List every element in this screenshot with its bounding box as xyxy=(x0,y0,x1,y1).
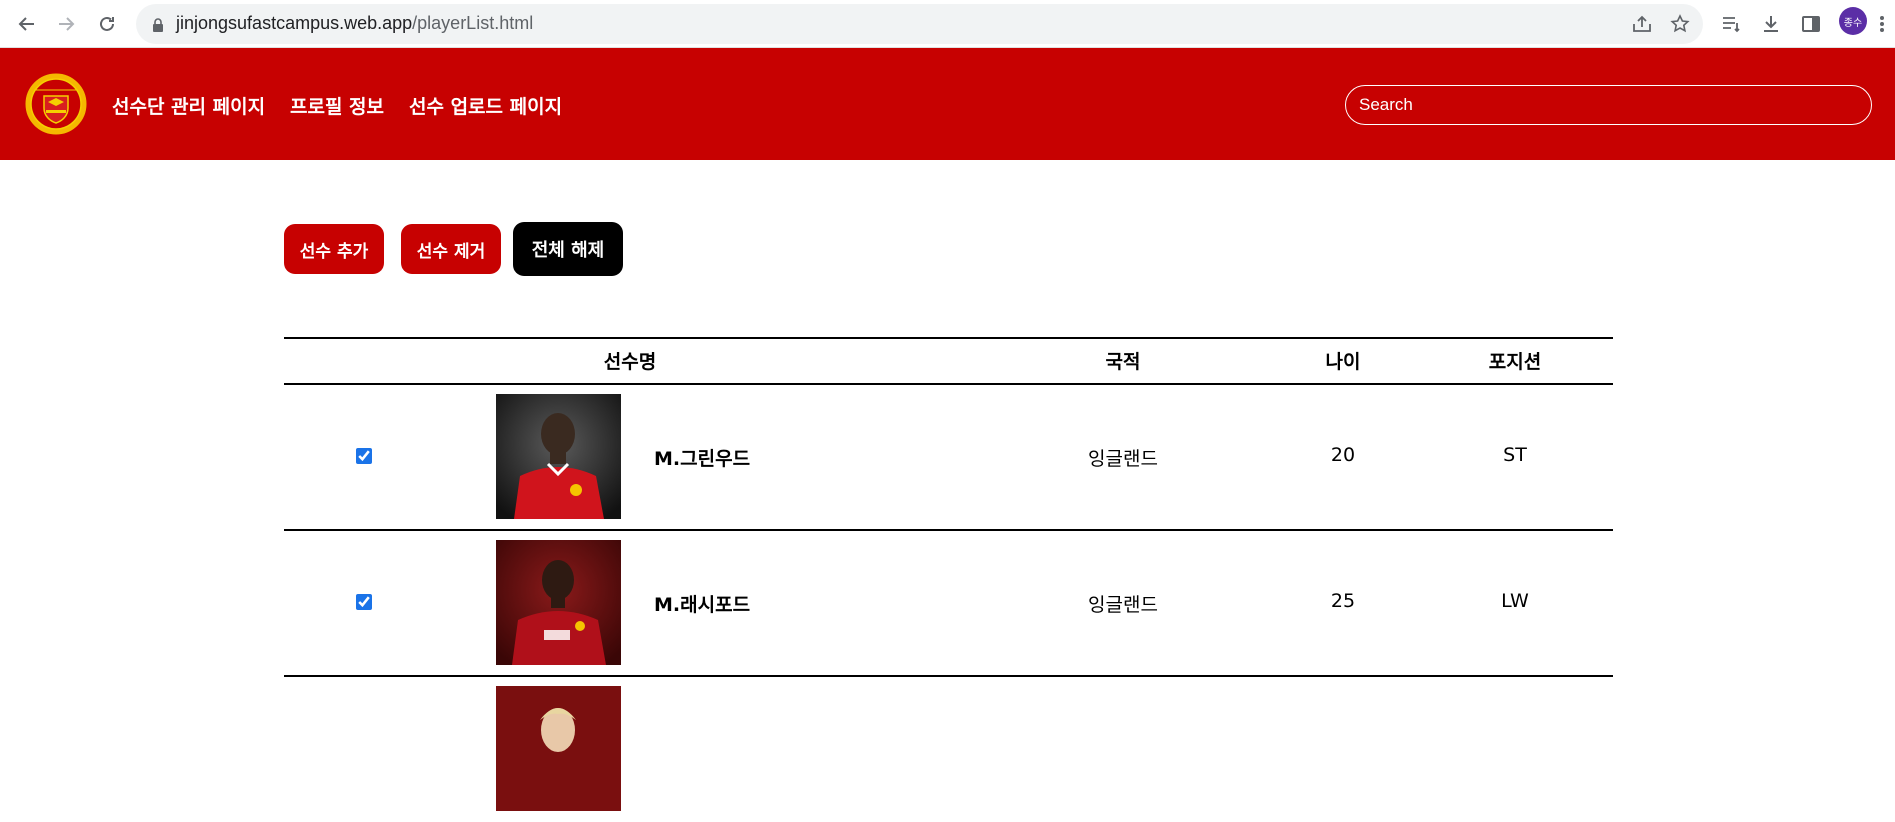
row-checkbox[interactable] xyxy=(356,448,372,464)
site-header: 선수단 관리 페이지 프로필 정보 선수 업로드 페이지 xyxy=(0,48,1895,160)
column-header-nationality: 국적 xyxy=(1105,351,1141,373)
player-age: 20 xyxy=(1330,444,1356,466)
column-header-position: 포지션 xyxy=(1488,351,1542,373)
player-nationality: 잉글랜드 xyxy=(1088,594,1158,616)
table-row: M.그린우드 잉글랜드 20 ST xyxy=(284,384,1613,530)
column-header-age: 나이 xyxy=(1325,351,1361,373)
player-photo xyxy=(496,686,621,811)
table-top-border xyxy=(284,337,1613,339)
player-name: M.래시포드 xyxy=(654,594,751,616)
profile-avatar[interactable]: 종수 xyxy=(1839,7,1867,35)
player-photo xyxy=(496,394,621,519)
reading-list-icon[interactable] xyxy=(1716,9,1746,39)
table-row xyxy=(284,676,1613,822)
share-icon[interactable] xyxy=(1630,12,1654,36)
back-arrow-icon[interactable] xyxy=(12,9,42,39)
reload-icon[interactable] xyxy=(92,9,122,39)
download-icon[interactable] xyxy=(1756,9,1786,39)
forward-arrow-icon[interactable] xyxy=(51,9,81,39)
url-text: jinjongsufastcampus.web.app/playerList.h… xyxy=(176,13,534,33)
lock-icon xyxy=(152,17,164,36)
player-nationality: 잉글랜드 xyxy=(1088,448,1158,470)
table-row: M.래시포드 잉글랜드 25 LW xyxy=(284,530,1613,676)
manchester-united-logo[interactable] xyxy=(24,70,88,138)
address-bar[interactable]: jinjongsufastcampus.web.app/playerList.h… xyxy=(136,4,1703,44)
nav-squad-management[interactable]: 선수단 관리 페이지 xyxy=(112,92,265,119)
player-position: LW xyxy=(1501,590,1529,612)
clear-all-button[interactable]: 전체 해제 xyxy=(513,222,623,276)
nav-player-upload[interactable]: 선수 업로드 페이지 xyxy=(409,92,562,119)
player-photo xyxy=(496,540,621,665)
player-age: 25 xyxy=(1330,590,1356,612)
add-player-button[interactable]: 선수 추가 xyxy=(284,224,384,274)
player-name: M.그린우드 xyxy=(654,448,751,470)
player-position: ST xyxy=(1503,444,1527,466)
menu-dots-icon[interactable] xyxy=(1872,9,1892,39)
column-header-name: 선수명 xyxy=(603,351,657,373)
search-input[interactable] xyxy=(1345,85,1872,125)
browser-toolbar: jinjongsufastcampus.web.app/playerList.h… xyxy=(0,0,1895,48)
row-checkbox[interactable] xyxy=(356,594,372,610)
remove-player-button[interactable]: 선수 제거 xyxy=(401,224,501,274)
side-panel-icon[interactable] xyxy=(1796,9,1826,39)
bookmark-star-icon[interactable] xyxy=(1668,12,1692,36)
nav-profile-info[interactable]: 프로필 정보 xyxy=(290,92,384,119)
